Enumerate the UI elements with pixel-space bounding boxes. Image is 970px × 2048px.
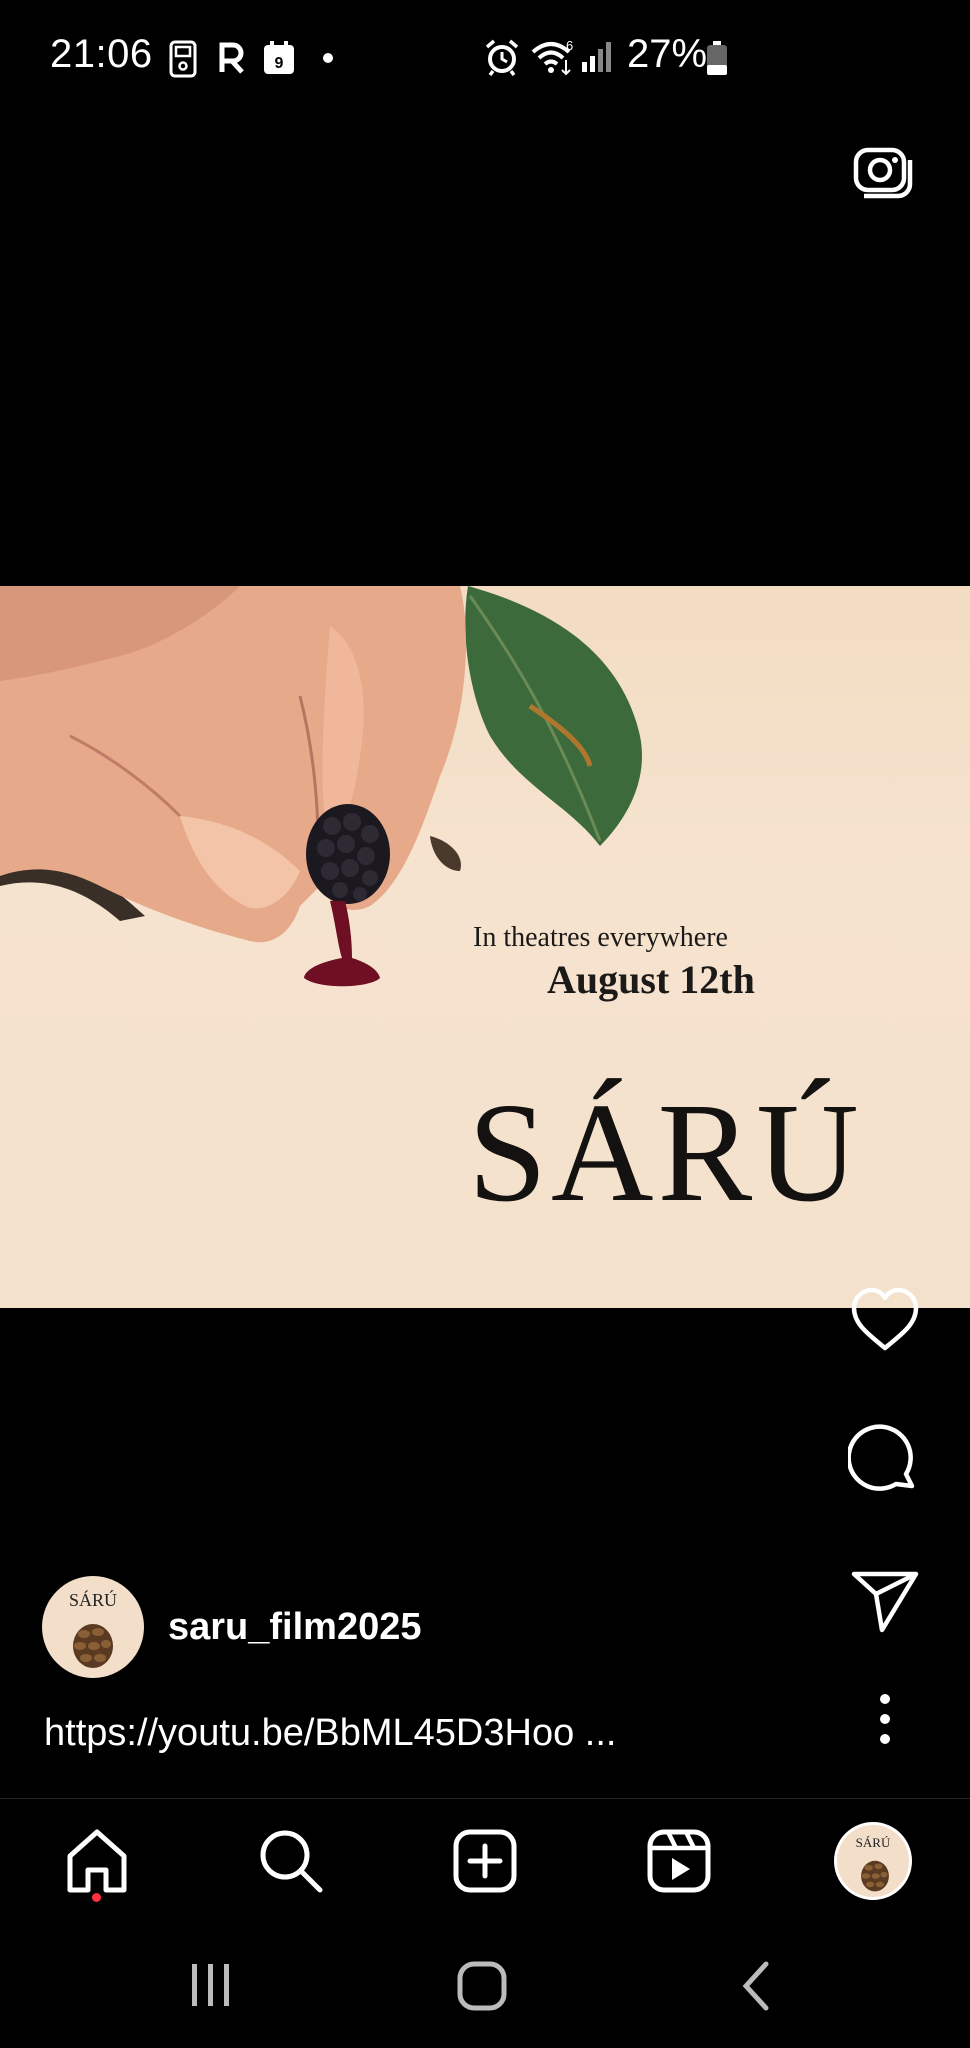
more-icon[interactable]	[848, 1682, 922, 1756]
nav-divider	[0, 1798, 970, 1799]
notification-dot-icon	[323, 53, 333, 63]
svg-text:6: 6	[566, 38, 573, 53]
profile-avatar-label: SÁRÚ	[855, 1835, 891, 1850]
author-username[interactable]: saru_film2025	[168, 1606, 422, 1649]
r-app-icon	[219, 42, 244, 74]
avatar-label: SÁRÚ	[68, 1590, 117, 1610]
profile-avatar[interactable]: SÁRÚ	[834, 1822, 912, 1900]
home-pill-icon[interactable]	[456, 1960, 508, 2012]
author-avatar[interactable]: SÁRÚ	[42, 1576, 144, 1678]
battery-icon	[707, 41, 727, 75]
wifi-icon: 6	[531, 38, 573, 76]
media-text-theatres: In theatres everywhere	[473, 922, 728, 953]
back-icon[interactable]	[736, 1960, 776, 2012]
comment-icon[interactable]	[848, 1422, 922, 1496]
signal-icon	[582, 42, 611, 72]
phone-device-icon	[169, 40, 197, 78]
post-caption[interactable]: https://youtu.be/BbML45D3Hoo ...	[44, 1712, 616, 1755]
media-title: SÁRÚ	[468, 1073, 863, 1231]
camera-icon[interactable]	[850, 140, 914, 204]
alarm-icon	[485, 39, 519, 76]
bottom-nav	[0, 1800, 970, 1918]
home-icon[interactable]	[60, 1824, 134, 1898]
home-notification-dot	[92, 1893, 101, 1902]
search-icon[interactable]	[254, 1824, 328, 1898]
recents-icon[interactable]	[186, 1962, 236, 2008]
reels-icon[interactable]	[642, 1824, 716, 1898]
post-media[interactable]: In theatres everywhere August 12th SÁRÚ	[0, 586, 970, 1308]
post-author[interactable]: SÁRÚ saru_film2025	[42, 1576, 642, 1680]
battery-percent: 27%	[627, 32, 708, 76]
pinecone-icon	[861, 1860, 889, 1892]
status-bar: 21:06 9 6 27%	[0, 0, 970, 118]
share-icon[interactable]	[848, 1564, 922, 1638]
status-time: 21:06	[50, 32, 153, 76]
calendar-day: 9	[275, 55, 284, 72]
create-icon[interactable]	[448, 1824, 522, 1898]
calendar-icon: 9	[264, 41, 294, 74]
system-nav	[0, 1918, 970, 2048]
like-icon[interactable]	[848, 1284, 922, 1358]
media-text-date: August 12th	[547, 957, 755, 1002]
pinecone-icon	[73, 1624, 113, 1668]
